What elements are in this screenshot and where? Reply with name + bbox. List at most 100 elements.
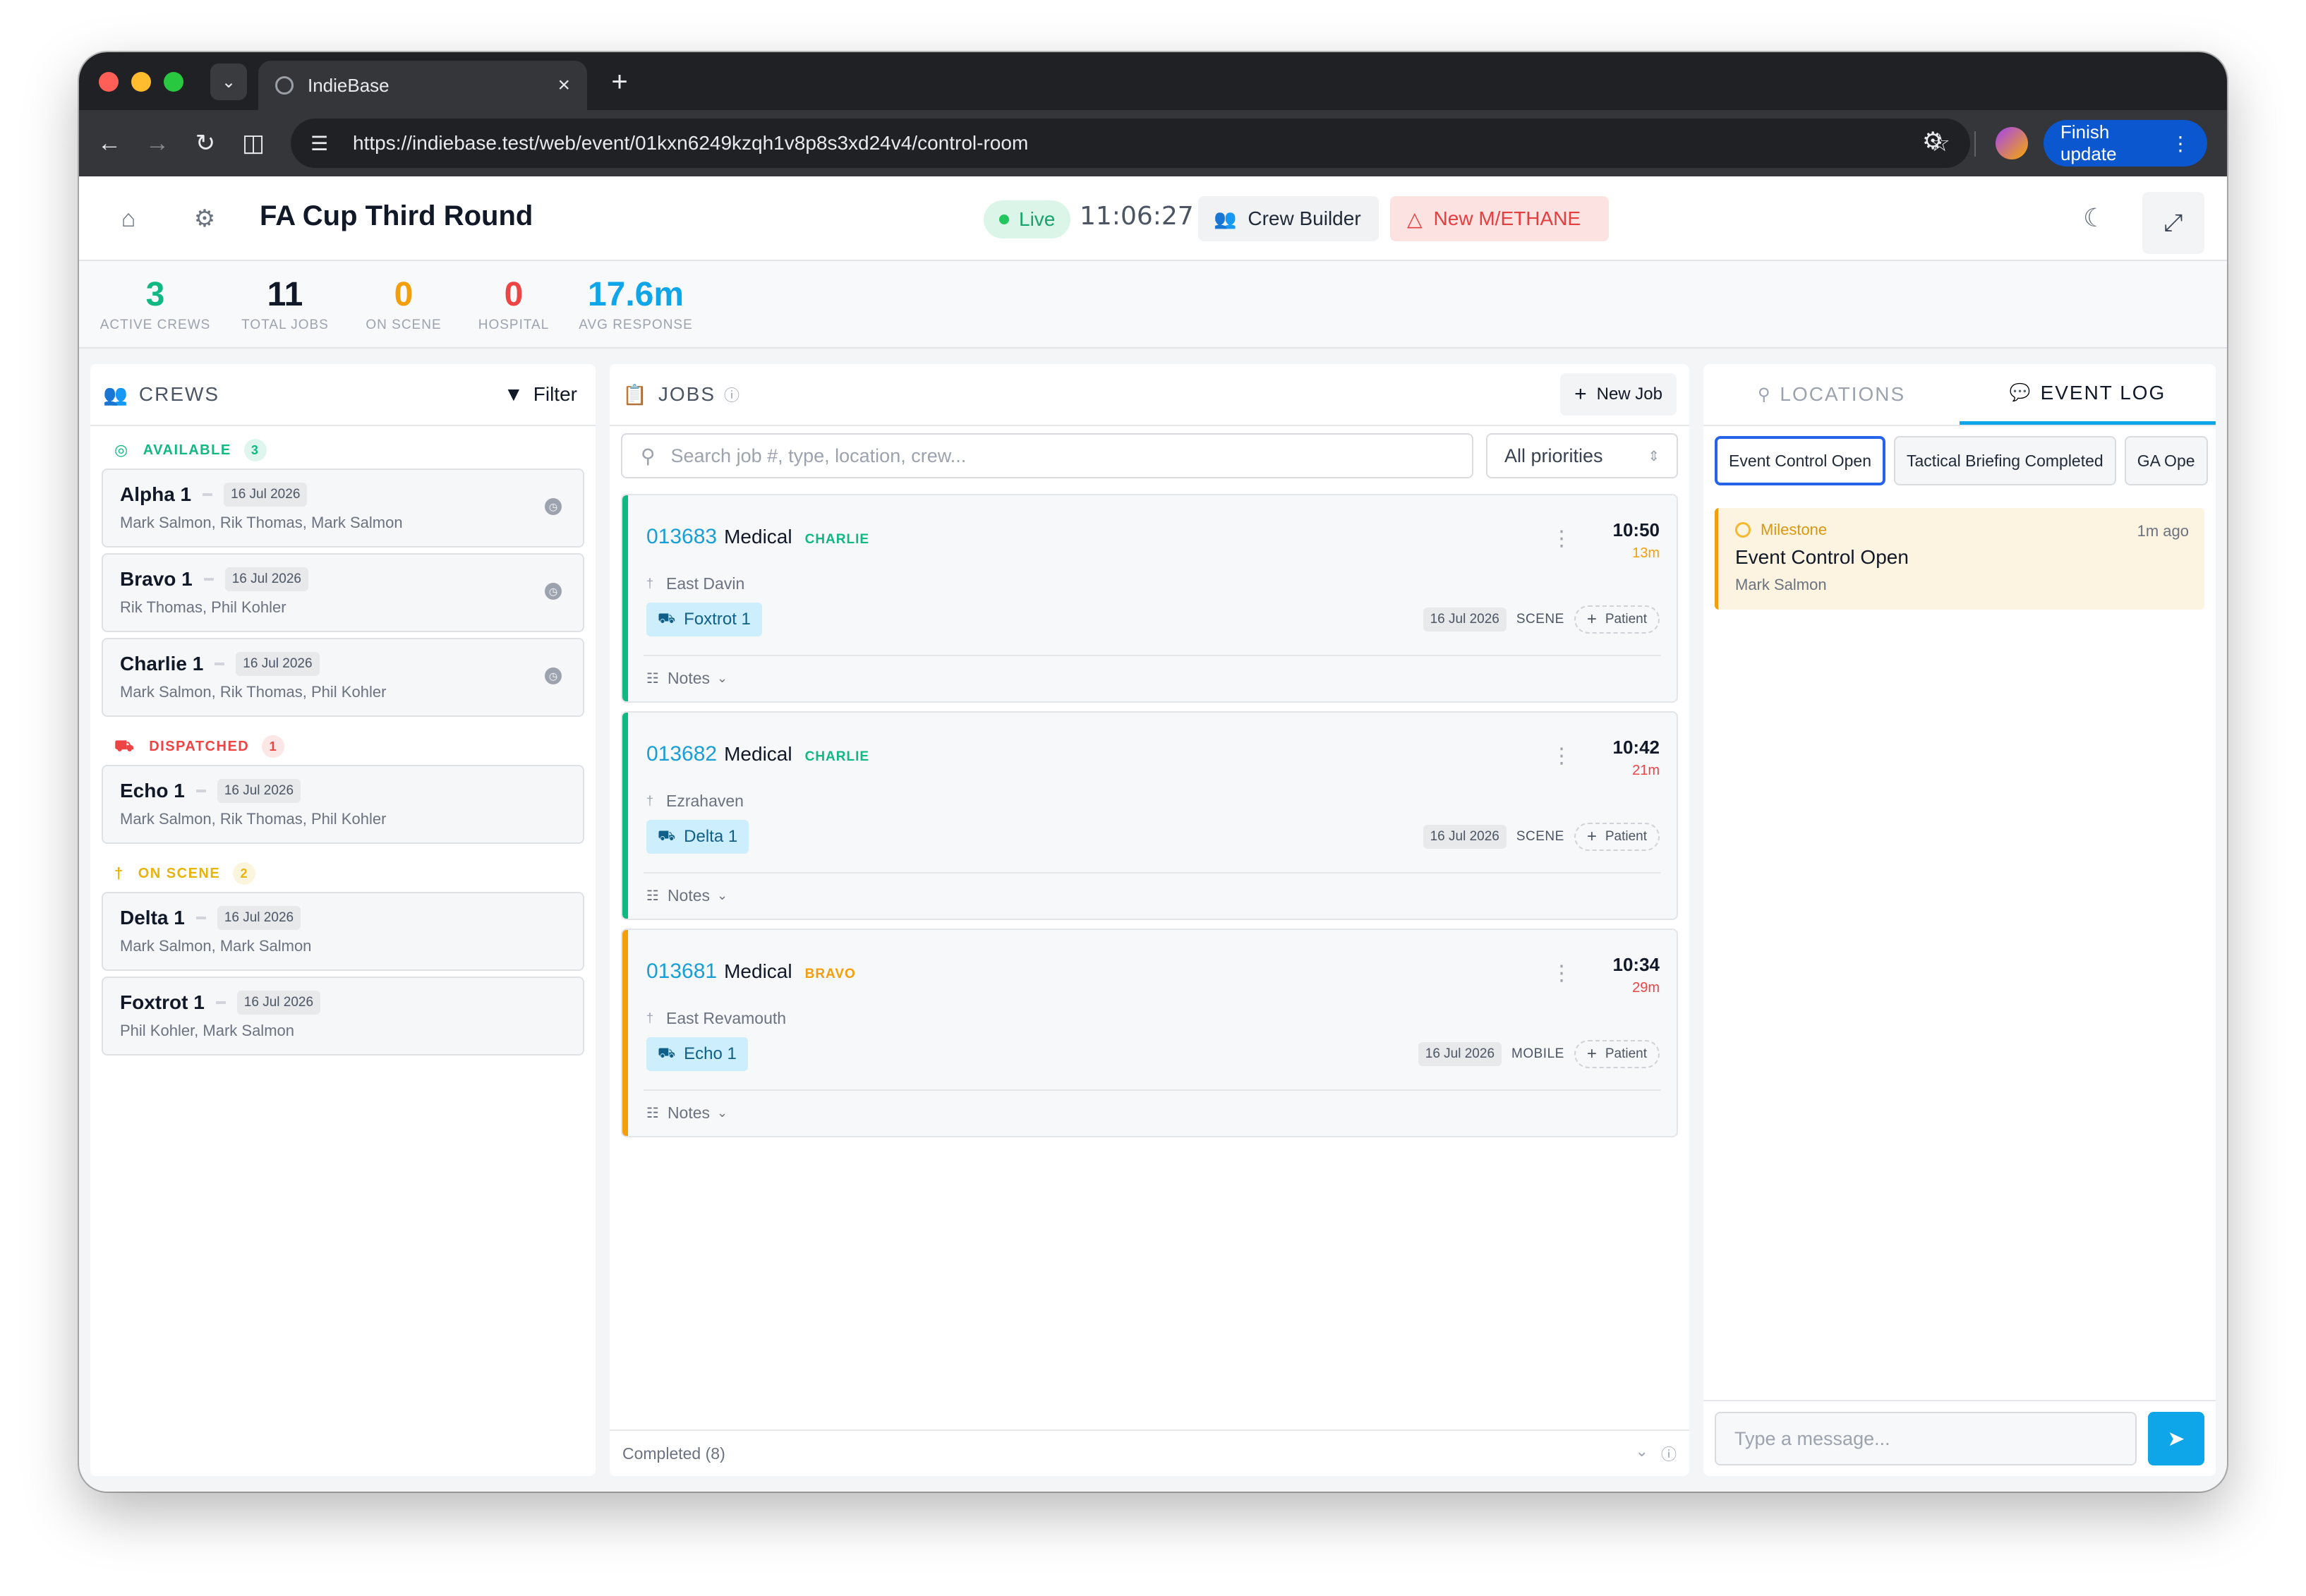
new-methane-button[interactable]: △ New M/ETHANE xyxy=(1390,196,1609,241)
add-patient-button[interactable]: + Patient xyxy=(1574,823,1660,851)
forward-button[interactable]: → xyxy=(138,124,176,162)
gear-icon[interactable]: ⚙ xyxy=(189,203,220,234)
chevron-down-icon[interactable]: ⌄ xyxy=(1636,1442,1648,1465)
notes-toggle[interactable]: ☷ Notes ⌄ xyxy=(646,1104,728,1123)
assigned-unit-chip[interactable]: ⛟ Delta 1 xyxy=(646,820,749,854)
more-vertical-icon[interactable]: ⋮ xyxy=(1551,744,1572,768)
jobs-panel: 📋 JOBS ⓘ + New Job ⚲ Search job #, type,… xyxy=(610,364,1689,1476)
tab-event-log[interactable]: 💬 EVENT LOG xyxy=(1960,364,2216,425)
back-button[interactable]: ← xyxy=(90,124,128,162)
log-entry-time: 1m ago xyxy=(2137,522,2189,540)
info-icon[interactable]: ⓘ xyxy=(1661,1442,1677,1465)
job-number[interactable]: 013683 xyxy=(646,525,717,549)
new-job-button[interactable]: + New Job xyxy=(1560,373,1677,416)
close-window-button[interactable] xyxy=(99,72,119,92)
filter-button[interactable]: ▼ Filter xyxy=(504,383,583,406)
stat-label: HOSPITAL xyxy=(478,318,550,332)
milestone-chip[interactable]: GA Ope xyxy=(2124,436,2208,485)
new-job-label: New Job xyxy=(1596,385,1662,404)
fullscreen-button[interactable]: ⤢ xyxy=(2142,192,2204,254)
job-number[interactable]: 013681 xyxy=(646,960,717,984)
stat-hospital: 0 HOSPITAL xyxy=(464,277,563,333)
tab-locations[interactable]: ⚲ LOCATIONS xyxy=(1703,364,1960,425)
minimize-window-button[interactable] xyxy=(131,72,151,92)
job-status: SCENE xyxy=(1516,612,1564,627)
job-number[interactable]: 013682 xyxy=(646,742,717,766)
unit-name: Echo 1 xyxy=(684,1044,737,1063)
crew-card[interactable]: Alpha 1 16 Jul 2026 Mark Salmon, Rik Thoma… xyxy=(102,468,584,548)
message-input[interactable] xyxy=(1715,1412,2137,1465)
close-icon[interactable]: × xyxy=(557,73,570,97)
crew-dash xyxy=(195,917,206,919)
unit-name: Foxtrot 1 xyxy=(684,610,751,629)
priority-select[interactable]: All priorities ⇕ xyxy=(1486,433,1678,478)
assigned-unit-chip[interactable]: ⛟ Foxtrot 1 xyxy=(646,603,762,636)
notes-toggle[interactable]: ☷ Notes ⌄ xyxy=(646,669,728,688)
milestone-chip[interactable]: Event Control Open xyxy=(1715,436,1886,485)
add-patient-button[interactable]: + Patient xyxy=(1574,1040,1660,1068)
job-location: † East Revamouth xyxy=(646,1009,786,1028)
crew-builder-label: Crew Builder xyxy=(1248,207,1361,229)
log-kind-label: Milestone xyxy=(1761,521,1828,538)
more-vertical-icon[interactable]: ⋮ xyxy=(1551,961,1572,986)
crew-builder-button[interactable]: 👥 Crew Builder xyxy=(1198,196,1379,241)
finish-update-label: Finish update xyxy=(2060,121,2117,164)
job-status: MOBILE xyxy=(1511,1046,1564,1061)
completed-jobs-footer[interactable]: Completed (8) ⌄ ⓘ xyxy=(610,1429,1689,1476)
job-search-input[interactable]: ⚲ Search job #, type, location, crew... xyxy=(621,433,1473,478)
milestone-chip[interactable]: Tactical Briefing Completed xyxy=(1894,436,2116,485)
browser-tab-bar: ⌄ IndieBase × + xyxy=(79,52,2227,110)
comment-icon: ☷ xyxy=(646,1106,659,1121)
add-patient-button[interactable]: + Patient xyxy=(1574,605,1660,634)
crew-date-chip: 16 Jul 2026 xyxy=(217,779,301,803)
job-card[interactable]: 013682 Medical CHARLIE ⋮ 10:42 21m † Ezrahaven ⛟… xyxy=(621,711,1678,920)
reload-button[interactable]: ↻ xyxy=(186,124,224,162)
check-circle-icon: ◎ xyxy=(114,441,129,459)
more-vertical-icon[interactable]: ⋮ xyxy=(1551,526,1572,551)
assigned-unit-chip[interactable]: ⛟ Echo 1 xyxy=(646,1037,748,1071)
finish-update-button[interactable]: Finish update ⋮ xyxy=(2044,120,2207,167)
filter-icon: ▼ xyxy=(504,383,524,405)
crew-group-count: 1 xyxy=(262,735,285,758)
crew-card[interactable]: Bravo 1 16 Jul 2026 Rik Thomas, Phil Kohle… xyxy=(102,553,584,632)
job-meta: 16 Jul 2026 SCENE + Patient xyxy=(1423,823,1660,851)
extensions-icon[interactable]: ⚙ xyxy=(1922,127,1943,155)
crew-card[interactable]: Echo 1 16 Jul 2026 Mark Salmon, Rik Thomas… xyxy=(102,765,584,844)
crew-card[interactable]: Charlie 1 16 Jul 2026 Mark Salmon, Rik Tho… xyxy=(102,638,584,717)
browser-tab[interactable]: IndieBase × xyxy=(258,61,587,110)
milestone-icon xyxy=(1735,522,1751,538)
chat-icon: 💬 xyxy=(2009,383,2032,402)
site-settings-icon[interactable]: ☰ xyxy=(310,132,336,155)
job-card[interactable]: 013683 Medical CHARLIE ⋮ 10:50 13m † East Davin… xyxy=(621,494,1678,703)
moon-icon[interactable]: ☾ xyxy=(2083,203,2106,233)
send-button[interactable]: ➤ xyxy=(2148,1412,2204,1465)
split-view-button[interactable]: ◫ xyxy=(234,124,272,162)
crew-card[interactable]: Foxtrot 1 16 Jul 2026 Phil Kohler, Mark Sa… xyxy=(102,977,584,1056)
live-status-badge: Live xyxy=(984,200,1071,238)
profile-avatar[interactable] xyxy=(1996,127,2028,159)
maximize-window-button[interactable] xyxy=(164,72,183,92)
tab-search-button[interactable]: ⌄ xyxy=(210,64,247,100)
job-card[interactable]: 013681 Medical BRAVO ⋮ 10:34 29m † East Revamou… xyxy=(621,929,1678,1137)
address-bar[interactable]: ☰ https://indiebase.test/web/event/01kxn… xyxy=(291,119,1970,168)
job-date-chip: 16 Jul 2026 xyxy=(1423,825,1507,849)
job-type: Medical xyxy=(724,526,792,548)
crew-members: Rik Thomas, Phil Kohler xyxy=(120,598,286,616)
page-title: FA Cup Third Round xyxy=(260,200,533,231)
log-entry-author: Mark Salmon xyxy=(1735,576,1827,593)
job-location-text: East Davin xyxy=(666,574,745,593)
job-date-chip: 16 Jul 2026 xyxy=(1423,607,1507,631)
new-tab-button[interactable]: + xyxy=(601,64,638,100)
notes-label: Notes xyxy=(667,1104,711,1122)
notes-toggle[interactable]: ☷ Notes ⌄ xyxy=(646,886,728,905)
job-location: † Ezrahaven xyxy=(646,792,744,811)
event-log-panel: ⚲ LOCATIONS 💬 EVENT LOG Event Control Op… xyxy=(1703,364,2216,1476)
job-title-row: 013682 Medical CHARLIE xyxy=(646,742,869,766)
url-text: https://indiebase.test/web/event/01kxn62… xyxy=(353,132,1029,154)
info-icon[interactable]: ⓘ xyxy=(724,383,740,406)
filter-label: Filter xyxy=(533,383,577,405)
live-label: Live xyxy=(1019,208,1056,230)
home-icon[interactable]: ⌂ xyxy=(113,203,144,234)
plus-icon: + xyxy=(1586,827,1597,846)
crew-card[interactable]: Delta 1 16 Jul 2026 Mark Salmon, Mark Salm… xyxy=(102,892,584,971)
